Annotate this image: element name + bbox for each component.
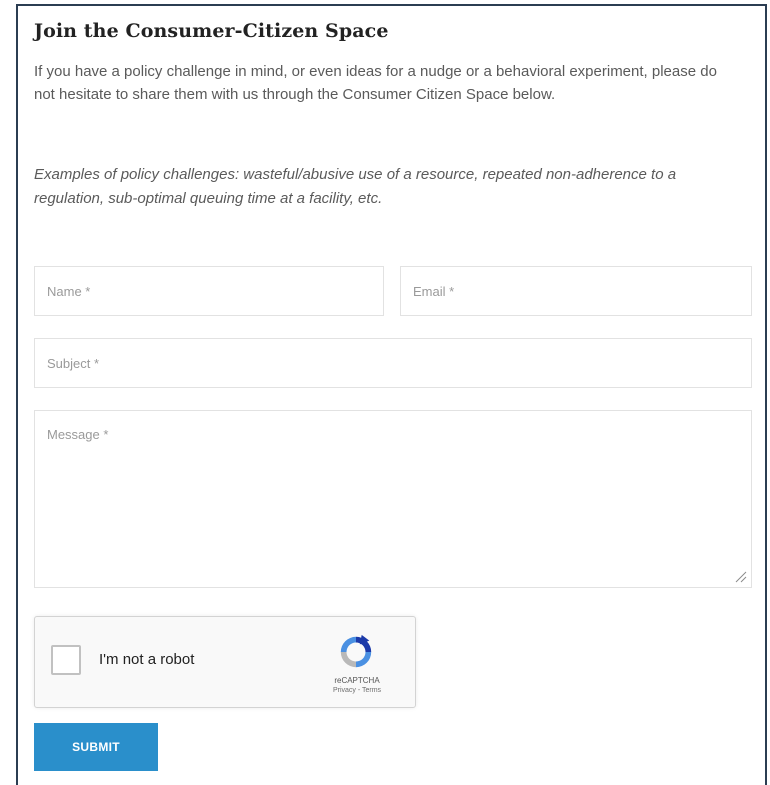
recaptcha-brand: reCAPTCHA — [334, 676, 380, 685]
recaptcha-widget: I'm not a robot reCAPTCHA Privacy - Term… — [34, 616, 416, 708]
message-field[interactable] — [34, 410, 752, 588]
recaptcha-checkbox[interactable] — [51, 645, 81, 675]
examples-paragraph: Examples of policy challenges: wasteful/… — [34, 166, 677, 207]
resize-grip-icon[interactable] — [733, 569, 747, 583]
recaptcha-label: I'm not a robot — [99, 651, 195, 668]
name-field[interactable] — [34, 266, 384, 316]
recaptcha-logo-icon — [340, 634, 372, 668]
submit-button[interactable]: SUBMIT — [34, 723, 158, 771]
recaptcha-privacy-terms[interactable]: Privacy - Terms — [317, 687, 397, 694]
intro-paragraph: If you have a policy challenge in mind, … — [34, 63, 717, 103]
subject-field[interactable] — [34, 338, 752, 388]
email-field[interactable] — [400, 266, 752, 316]
page-title: Join the Consumer-Citizen Space — [34, 20, 389, 42]
